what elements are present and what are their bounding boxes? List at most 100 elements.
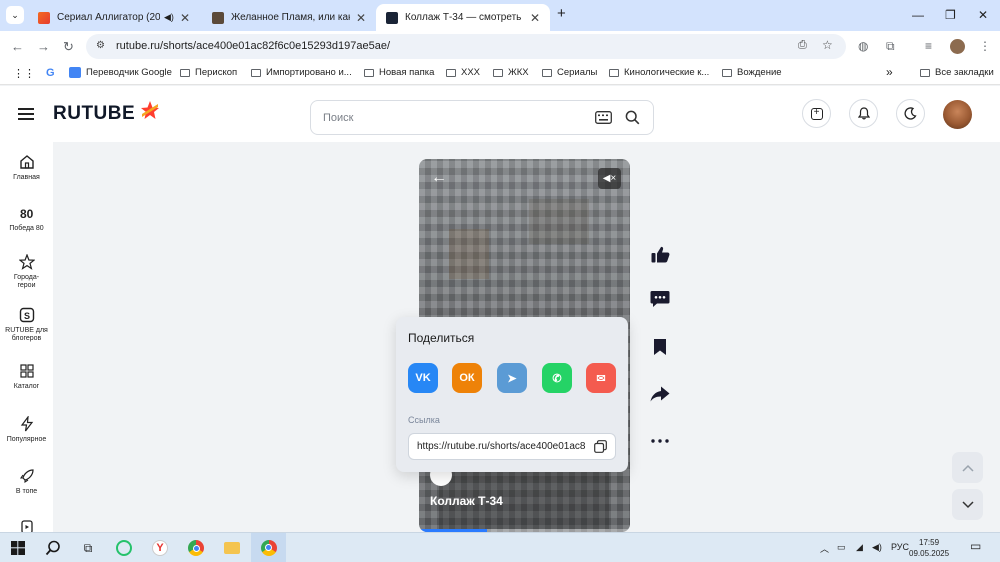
start-button[interactable]	[8, 538, 28, 558]
browser-tab[interactable]: Сериал Аллигатор (2025) с ◀) ✕	[28, 4, 200, 31]
bookmark-item[interactable]: Переводчик Google	[69, 67, 172, 78]
rutube-logo[interactable]: RUTUBE	[53, 103, 135, 125]
sidebar-item-home[interactable]: Главная	[0, 154, 53, 182]
volume-icon[interactable]: ◀)	[872, 542, 882, 553]
rocket-icon	[19, 469, 34, 484]
restore-icon[interactable]: ❐	[945, 8, 956, 22]
logo-star-icon	[141, 101, 159, 119]
bookmarks-overflow-button[interactable]: »	[886, 65, 893, 79]
back-icon[interactable]: ←	[11, 39, 24, 54]
tray-chevron-up-icon[interactable]: ︿	[820, 542, 829, 555]
sidebar-item-catalog[interactable]: Каталог	[0, 363, 53, 391]
search-icon[interactable]	[625, 110, 640, 125]
browser-tab-active[interactable]: Коллаж Т-34 — смотреть кор ✕	[376, 4, 550, 31]
messenger-app-icon[interactable]	[114, 538, 134, 558]
more-options-button[interactable]	[650, 431, 670, 451]
language-indicator[interactable]: РУС	[891, 542, 909, 552]
reload-icon[interactable]: ↻	[63, 39, 74, 55]
user-avatar[interactable]	[943, 100, 972, 129]
left-sidebar: Главная 80 Победа 80 Города- герои S RUT…	[0, 142, 53, 534]
notifications-center-icon[interactable]: ▭	[970, 539, 981, 553]
search-taskbar-icon[interactable]	[43, 538, 63, 558]
share-email-button[interactable]: ✉	[586, 363, 616, 393]
bookmark-star-icon[interactable]: ☆	[822, 38, 833, 52]
profile-avatar[interactable]	[950, 39, 965, 54]
whatsapp-icon: ✆	[552, 372, 562, 385]
battery-icon[interactable]: ▭	[837, 542, 846, 553]
bookmark-item[interactable]: Вождение	[722, 67, 782, 78]
browser-menu-icon[interactable]: ⋮	[979, 39, 991, 53]
clock[interactable]: 17:59 09.05.2025	[909, 537, 949, 559]
upload-button[interactable]: +	[802, 99, 831, 128]
close-tab-icon[interactable]: ✕	[180, 11, 190, 25]
share-link-field[interactable]: https://rutube.ru/shorts/ace400e01ac82f6…	[408, 433, 616, 460]
browser-tab[interactable]: Желанное Пламя, или как мы ✕	[202, 4, 376, 31]
site-info-icon[interactable]: ⚙	[96, 40, 105, 51]
previous-video-button[interactable]	[952, 452, 983, 483]
media-control-icon[interactable]: ≡	[925, 39, 932, 53]
theme-toggle-button[interactable]	[896, 99, 925, 128]
close-tab-icon[interactable]: ✕	[356, 11, 366, 25]
mute-toggle-button[interactable]: ◀×	[598, 168, 621, 189]
share-telegram-button[interactable]: ➤	[497, 363, 527, 393]
sidebar-item-for-bloggers[interactable]: S RUTUBE для блогеров	[0, 307, 53, 343]
chrome-icon[interactable]	[186, 538, 206, 558]
windows-taskbar: ⧉ Y ︿ ▭ ◢ ◀) РУС 17:59 09.05.2025 ▭	[0, 532, 1000, 562]
share-ok-button[interactable]: ОК	[452, 363, 482, 393]
video-title[interactable]: Коллаж Т-34	[430, 494, 503, 508]
add-video-icon: +	[810, 107, 823, 120]
keyboard-icon[interactable]	[595, 111, 612, 124]
address-bar[interactable]: ⚙ rutube.ru/shorts/ace400e01ac82f6c0e152…	[86, 34, 846, 59]
sidebar-item-popular[interactable]: Популярное	[0, 416, 53, 444]
comments-button[interactable]	[650, 289, 670, 309]
url-text[interactable]: rutube.ru/shorts/ace400e01ac82f6c0e15293…	[116, 40, 390, 52]
file-explorer-icon[interactable]	[222, 538, 242, 558]
like-button[interactable]	[650, 244, 670, 264]
back-arrow-icon[interactable]: ←	[431, 169, 447, 187]
translate-icon	[69, 67, 81, 78]
apps-icon[interactable]: ⋮⋮	[13, 67, 35, 80]
bookmark-item[interactable]: Новая папка	[364, 67, 434, 78]
chevron-up-icon	[961, 464, 974, 472]
close-window-icon[interactable]: ✕	[978, 8, 988, 22]
site-header: RUTUBE Поиск +	[0, 86, 1000, 142]
extensions-icon[interactable]: ⧉	[886, 39, 895, 54]
forward-icon[interactable]: →	[37, 39, 50, 54]
audio-playing-icon[interactable]: ◀)	[164, 12, 174, 23]
share-link-text[interactable]: https://rutube.ru/shorts/ace400e01ac82f6…	[417, 441, 585, 452]
globe-extension-icon[interactable]: ◍	[858, 39, 868, 53]
sidebar-item-hero-cities[interactable]: Города- герои	[0, 254, 53, 290]
all-bookmarks[interactable]: Все закладки	[920, 67, 994, 78]
bookmark-item[interactable]: Перископ	[180, 67, 237, 78]
bookmark-item[interactable]: Кинологические к...	[609, 67, 709, 78]
bookmark-item[interactable]: ЖКХ	[493, 67, 529, 78]
folder-icon	[180, 68, 190, 77]
share-vk-button[interactable]: VK	[408, 363, 438, 393]
next-video-button[interactable]	[952, 489, 983, 520]
new-tab-button[interactable]: +	[557, 5, 566, 22]
bookmark-item[interactable]: Сериалы	[542, 67, 597, 78]
notifications-button[interactable]	[849, 99, 878, 128]
google-icon[interactable]: G	[46, 67, 55, 79]
share-button[interactable]	[650, 384, 670, 404]
install-app-icon[interactable]: ⎙	[798, 39, 807, 52]
menu-icon[interactable]	[18, 108, 34, 120]
network-icon[interactable]: ◢	[856, 542, 863, 553]
tab-list-button[interactable]: ⌄	[6, 6, 24, 24]
bookmark-item[interactable]: Импортировано и...	[251, 67, 352, 78]
sidebar-item-top[interactable]: В топе	[0, 468, 53, 496]
yandex-browser-icon[interactable]: Y	[150, 538, 170, 558]
close-tab-icon[interactable]: ✕	[530, 11, 540, 25]
share-whatsapp-button[interactable]: ✆	[542, 363, 572, 393]
minimize-icon[interactable]: —	[912, 8, 924, 22]
bell-icon	[857, 107, 870, 120]
bookmark-item[interactable]: XXX	[446, 67, 480, 78]
task-view-icon[interactable]: ⧉	[78, 538, 98, 558]
search-input[interactable]: Поиск	[310, 100, 654, 135]
save-bookmark-button[interactable]	[650, 337, 670, 357]
copy-icon[interactable]	[594, 440, 607, 453]
chrome-active-icon[interactable]	[251, 533, 286, 562]
victory-80-icon: 80	[20, 207, 34, 221]
home-icon	[19, 155, 34, 169]
sidebar-item-victory-80[interactable]: 80 Победа 80	[0, 205, 53, 233]
